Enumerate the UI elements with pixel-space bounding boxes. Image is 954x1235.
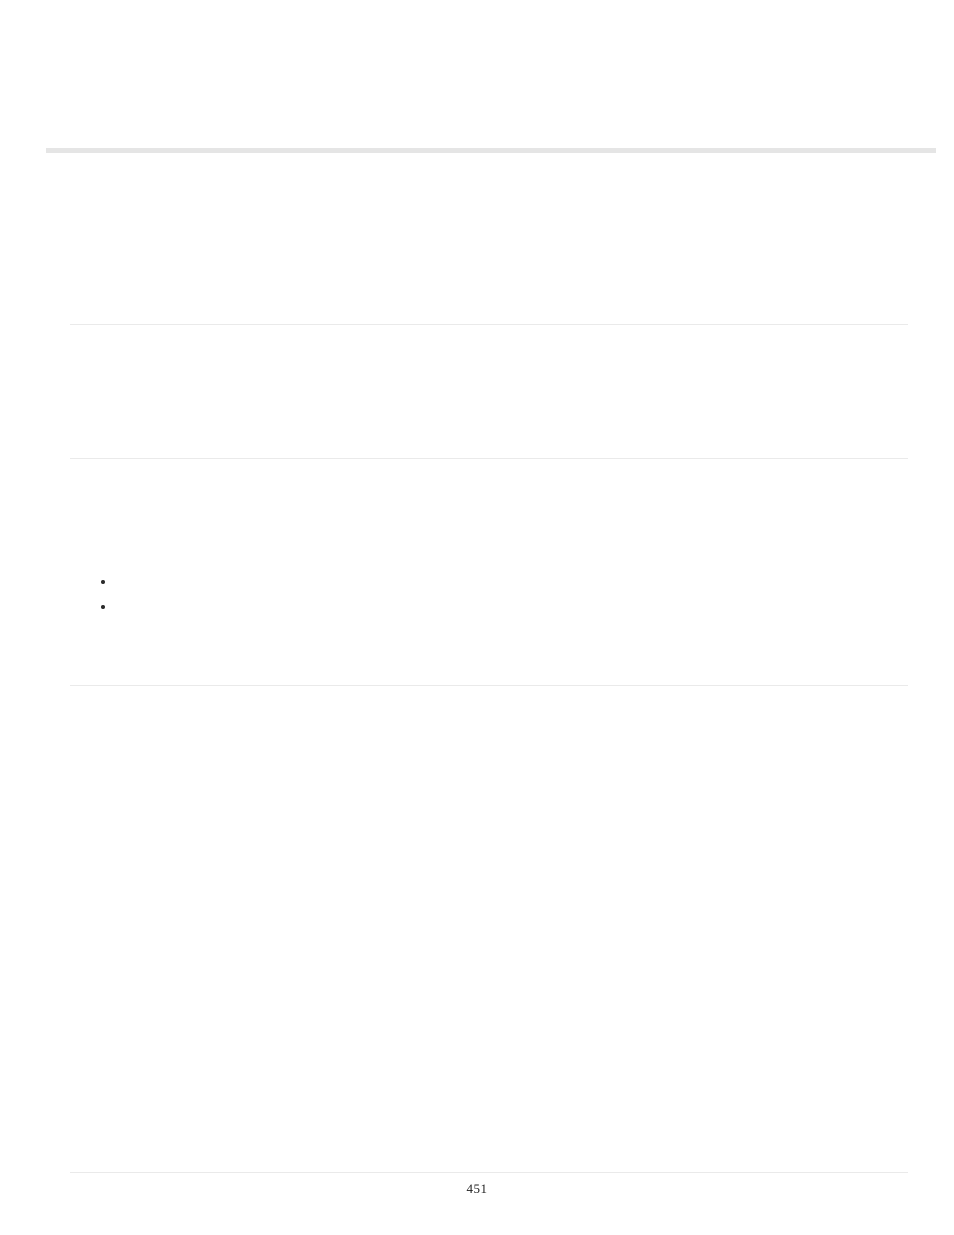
bullet-icon [101, 605, 105, 609]
page-number: 451 [0, 1181, 954, 1197]
section-divider [70, 1172, 908, 1173]
top-horizontal-rule [46, 148, 936, 153]
bullet-icon [101, 580, 105, 584]
section-divider [70, 458, 908, 459]
section-divider [70, 685, 908, 686]
bullet-list [101, 580, 105, 609]
section-divider [70, 324, 908, 325]
